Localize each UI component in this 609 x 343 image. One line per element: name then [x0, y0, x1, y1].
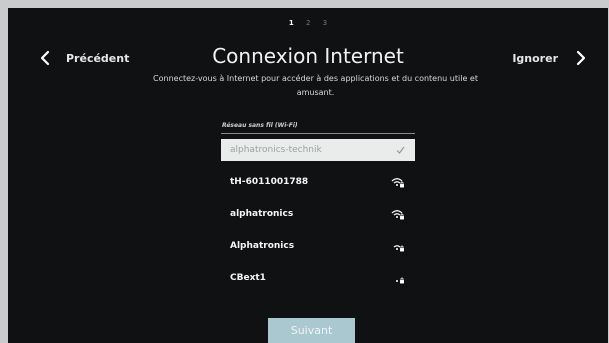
wifi-network-item[interactable]: tH-6011001788 [221, 171, 415, 193]
network-name: alphatronics [230, 209, 294, 219]
page-subtitle: Connectez-vous à Internet pour accéder à… [153, 74, 478, 97]
wifi-network-item[interactable]: alphatronics [221, 203, 415, 225]
wifi-secured-icon [391, 177, 404, 187]
network-name: tH-6011001788 [230, 177, 309, 187]
wifi-network-list: Réseau sans fil (Wi-Fi) alphatronics-tec… [221, 122, 415, 289]
wifi-secured-icon [391, 209, 404, 219]
next-button[interactable]: Suivant [268, 318, 355, 343]
wifi-network-selected[interactable]: alphatronics-technik [221, 139, 415, 161]
wifi-list-header: Réseau sans fil (Wi-Fi) [221, 122, 415, 134]
wifi-network-item[interactable]: Alphatronics [221, 235, 415, 257]
step-1: 1 [288, 19, 294, 27]
network-name: Alphatronics [230, 241, 295, 251]
wifi-network-item[interactable]: CBext1 [221, 267, 415, 289]
step-3: 3 [322, 19, 328, 27]
page-title: Connexion Internet [212, 44, 404, 68]
check-icon [396, 146, 405, 154]
wifi-secured-icon [393, 244, 404, 251]
wifi-secured-icon [396, 277, 404, 283]
network-name: alphatronics-technik [230, 145, 322, 155]
step-2: 2 [305, 19, 311, 27]
tv-screen: 1 2 3 Précédent Ignorer Connexion Intern… [8, 8, 608, 343]
network-name: CBext1 [230, 273, 266, 283]
step-indicator: 1 2 3 [8, 19, 608, 27]
